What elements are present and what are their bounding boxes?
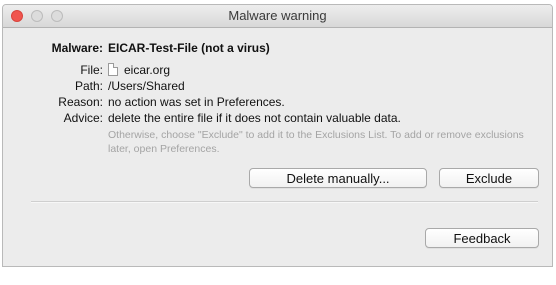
file-label: File: <box>80 63 103 77</box>
advice-value: delete the entire file if it does not co… <box>108 111 401 125</box>
path-value: /Users/Shared <box>108 79 185 93</box>
malware-row: Malware: EICAR-Test-File (not a virus) <box>3 41 523 57</box>
malware-label: Malware: <box>51 41 103 55</box>
exclusion-hint: Otherwise, choose "Exclude" to add it to… <box>108 129 524 155</box>
reason-label: Reason: <box>58 95 103 109</box>
file-name: eicar.org <box>124 63 171 77</box>
title-bar[interactable]: Malware warning <box>3 5 552 28</box>
advice-row: Advice: delete the entire file if it doe… <box>3 111 523 127</box>
exclude-button[interactable]: Exclude <box>439 168 539 188</box>
feedback-button[interactable]: Feedback <box>425 228 539 248</box>
malware-warning-window: Malware warning Malware: EICAR-Test-File… <box>2 4 553 267</box>
advice-label: Advice: <box>63 111 103 125</box>
document-icon <box>108 63 118 76</box>
file-value-group: eicar.org <box>108 63 170 77</box>
file-row: File: eicar.org <box>3 63 523 79</box>
path-row: Path: /Users/Shared <box>3 79 523 95</box>
window-title: Malware warning <box>228 8 327 23</box>
reason-row: Reason: no action was set in Preferences… <box>3 95 523 111</box>
reason-value: no action was set in Preferences. <box>108 95 285 109</box>
malware-name: EICAR-Test-File (not a virus) <box>108 41 270 55</box>
divider <box>31 201 538 203</box>
path-label: Path: <box>74 79 103 93</box>
delete-manually-button[interactable]: Delete manually... <box>249 168 427 188</box>
